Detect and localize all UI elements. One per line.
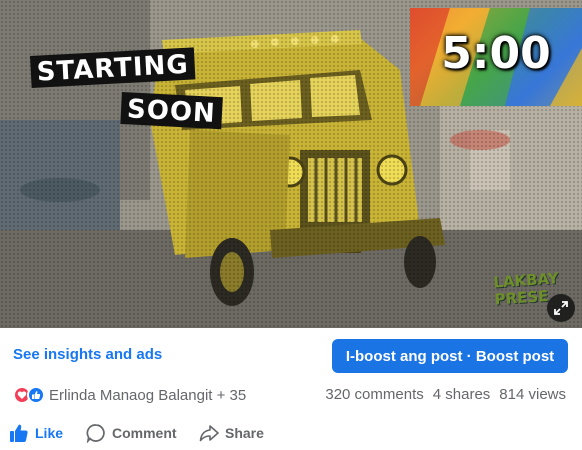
- reactions-summary[interactable]: Erlinda Manaog Balangit + 35: [13, 385, 246, 405]
- post-stats: 320 comments 4 shares 814 views: [325, 386, 566, 403]
- countdown-timer: 5:00: [441, 28, 551, 79]
- comment-button[interactable]: Comment: [86, 420, 177, 446]
- see-insights-link[interactable]: See insights and ads: [13, 346, 162, 363]
- video-player[interactable]: STARTING SOON 5:00 LAKBAY PRESE: [0, 0, 582, 328]
- comments-count[interactable]: 320 comments: [325, 386, 423, 403]
- expand-icon: [554, 301, 568, 315]
- share-button-label: Share: [225, 425, 264, 441]
- shares-count[interactable]: 4 shares: [433, 386, 491, 403]
- comment-button-label: Comment: [112, 425, 177, 441]
- thumbs-up-icon: [10, 424, 28, 442]
- share-arrow-icon: [199, 425, 219, 442]
- share-button[interactable]: Share: [199, 420, 264, 446]
- expand-video-button[interactable]: [547, 294, 575, 322]
- post-actions-bar: Like Comment Share: [0, 420, 582, 446]
- boost-post-button[interactable]: I-boost ang post · Boost post: [332, 339, 568, 373]
- like-button-label: Like: [35, 425, 64, 441]
- soon-overlay-text: SOON: [120, 92, 223, 130]
- reactors-names[interactable]: Erlinda Manaog Balangit + 35: [49, 387, 246, 404]
- comment-bubble-icon: [86, 424, 105, 443]
- views-count: 814 views: [499, 386, 566, 403]
- like-button[interactable]: Like: [9, 420, 63, 446]
- countdown-panel: 5:00: [410, 8, 582, 106]
- like-icon: [27, 386, 45, 404]
